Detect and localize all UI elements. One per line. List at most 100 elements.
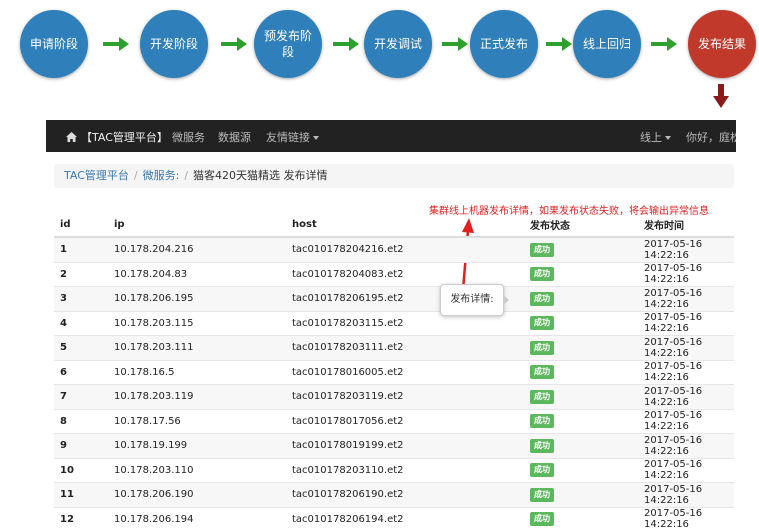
step-label: 线上回归 <box>582 37 631 51</box>
nav-item-links[interactable]: 友情链接 <box>266 129 319 145</box>
cell-time: 2017-05-16 14:22:16 <box>638 506 734 529</box>
arrow-down-icon <box>713 84 729 110</box>
cell-status: 成功 <box>524 310 638 336</box>
cell-ip: 10.178.19.199 <box>108 433 286 458</box>
breadcrumb-current: 猫客420天猫精选 发布详情 <box>193 169 328 182</box>
cell-ip: 10.178.203.119 <box>108 384 286 409</box>
nav-item-env[interactable]: 线上 <box>640 129 671 145</box>
step-label: 开发阶段 <box>149 37 198 51</box>
table-row: 12 10.178.206.194 tac010178206194.et2 成功 201… <box>54 506 734 529</box>
step-label: 发布结果 <box>697 37 746 51</box>
cell-ip: 10.178.206.195 <box>108 286 286 311</box>
status-badge: 成功 <box>530 512 554 527</box>
publish-detail-table: id ip host 发布状态 发布时间 1 10.178.204.216 tac0… <box>54 212 734 529</box>
cell-ip: 10.178.203.111 <box>108 335 286 360</box>
cell-status: 成功 <box>524 261 638 287</box>
cell-time: 2017-05-16 14:22:16 <box>638 335 734 360</box>
arrow-right-icon <box>546 37 572 51</box>
step-debug: 开发调试 <box>364 10 432 78</box>
arrow-right-icon <box>442 37 468 51</box>
cell-host: tac010178204083.et2 <box>286 261 524 287</box>
step-label: 正式发布 <box>479 37 528 51</box>
step-develop: 开发阶段 <box>140 10 208 78</box>
step-release: 正式发布 <box>470 10 538 78</box>
cell-ip: 10.178.204.83 <box>108 261 286 287</box>
header-id: id <box>54 212 108 238</box>
cell-id: 9 <box>54 433 108 458</box>
table-row: 6 10.178.16.5 tac010178016005.et2 成功 2017-05… <box>54 359 734 385</box>
cell-id: 5 <box>54 335 108 360</box>
cell-status: 成功 <box>524 359 638 385</box>
table-row: 10 10.178.203.110 tac010178203110.et2 成功 201… <box>54 457 734 483</box>
cell-time: 2017-05-16 14:22:16 <box>638 482 734 507</box>
status-badge: 成功 <box>530 340 554 355</box>
table-row: 3 10.178.206.195 tac010178206195.et2 成功 2017… <box>54 286 734 311</box>
step-regression: 线上回归 <box>573 10 641 78</box>
cell-host: tac010178203111.et2 <box>286 335 524 360</box>
cell-id: 3 <box>54 286 108 311</box>
status-badge: 成功 <box>530 291 554 306</box>
cell-host: tac010178204216.et2 <box>286 236 524 262</box>
cell-ip: 10.178.16.5 <box>108 359 286 385</box>
table-row: 4 10.178.203.115 tac010178203115.et2 成功 2017… <box>54 310 734 336</box>
arrow-right-icon <box>333 37 359 51</box>
table-row: 8 10.178.17.56 tac010178017056.et2 成功 2017-0… <box>54 408 734 434</box>
nav-item-microservice[interactable]: 微服务 <box>172 129 205 145</box>
nav-links-label: 友情链接 <box>266 131 310 144</box>
cell-time: 2017-05-16 14:22:16 <box>638 359 734 385</box>
cell-time: 2017-05-16 14:22:16 <box>638 408 734 434</box>
header-time: 发布时间 <box>638 212 734 238</box>
cell-ip: 10.178.204.216 <box>108 236 286 262</box>
breadcrumb-home[interactable]: TAC管理平台 <box>64 169 129 182</box>
status-badge: 成功 <box>530 389 554 404</box>
cell-time: 2017-05-16 14:22:16 <box>638 384 734 409</box>
cell-ip: 10.178.17.56 <box>108 408 286 434</box>
cell-id: 2 <box>54 261 108 287</box>
table-row: 11 10.178.206.190 tac010178206190.et2 成功 201… <box>54 482 734 507</box>
cell-time: 2017-05-16 14:22:16 <box>638 261 734 287</box>
step-prerelease: 预发布阶段 <box>254 10 322 78</box>
nav-item-datasource[interactable]: 数据源 <box>218 129 251 145</box>
header-ip: ip <box>108 212 286 238</box>
cell-time: 2017-05-16 14:22:16 <box>638 457 734 483</box>
cell-id: 1 <box>54 236 108 262</box>
status-badge: 成功 <box>530 267 554 282</box>
cell-id: 11 <box>54 482 108 507</box>
cell-host: tac010178203110.et2 <box>286 457 524 483</box>
cell-id: 10 <box>54 457 108 483</box>
cell-ip: 10.178.206.194 <box>108 506 286 529</box>
cell-status: 成功 <box>524 335 638 360</box>
process-flow: 申请阶段 开发阶段 预发布阶段 开发调试 正式发布 线上回归 发布结果 <box>0 0 759 90</box>
cell-host: tac010178019199.et2 <box>286 433 524 458</box>
cell-id: 12 <box>54 506 108 529</box>
caret-down-icon <box>313 136 319 140</box>
status-badge: 成功 <box>530 242 554 257</box>
cell-status: 成功 <box>524 506 638 529</box>
status-badge: 成功 <box>530 463 554 478</box>
nav-env-label: 线上 <box>640 131 662 144</box>
cell-host: tac010178017056.et2 <box>286 408 524 434</box>
cell-status: 成功 <box>524 482 638 507</box>
table-row: 7 10.178.203.119 tac010178203119.et2 成功 2017… <box>54 384 734 409</box>
step-label: 预发布阶段 <box>263 29 312 59</box>
table-row: 2 10.178.204.83 tac010178204083.et2 成功 2017-… <box>54 261 734 287</box>
cell-ip: 10.178.206.190 <box>108 482 286 507</box>
cell-host: tac010178206190.et2 <box>286 482 524 507</box>
status-badge: 成功 <box>530 414 554 429</box>
cell-id: 6 <box>54 359 108 385</box>
status-badge: 成功 <box>530 316 554 331</box>
arrow-right-icon <box>651 37 677 51</box>
cell-time: 2017-05-16 14:22:16 <box>638 433 734 458</box>
brand-label: 【TAC管理平台】 <box>81 131 168 144</box>
cell-ip: 10.178.203.115 <box>108 310 286 336</box>
nav-user-greeting[interactable]: 你好，庭松 <box>686 129 736 145</box>
table-row: 1 10.178.204.216 tac010178204216.et2 成功 2017… <box>54 236 734 262</box>
arrow-right-icon <box>103 37 129 51</box>
tac-panel: 【TAC管理平台】 微服务 数据源 友情链接 线上 你好，庭松 TAC管理平台 /… <box>46 120 736 529</box>
cell-time: 2017-05-16 14:22:16 <box>638 286 734 311</box>
navbar-brand[interactable]: 【TAC管理平台】 <box>66 129 168 145</box>
breadcrumb-microservice[interactable]: 微服务: <box>143 169 180 182</box>
step-label: 申请阶段 <box>29 37 78 51</box>
step-apply: 申请阶段 <box>20 10 88 78</box>
header-host: host <box>286 212 524 238</box>
